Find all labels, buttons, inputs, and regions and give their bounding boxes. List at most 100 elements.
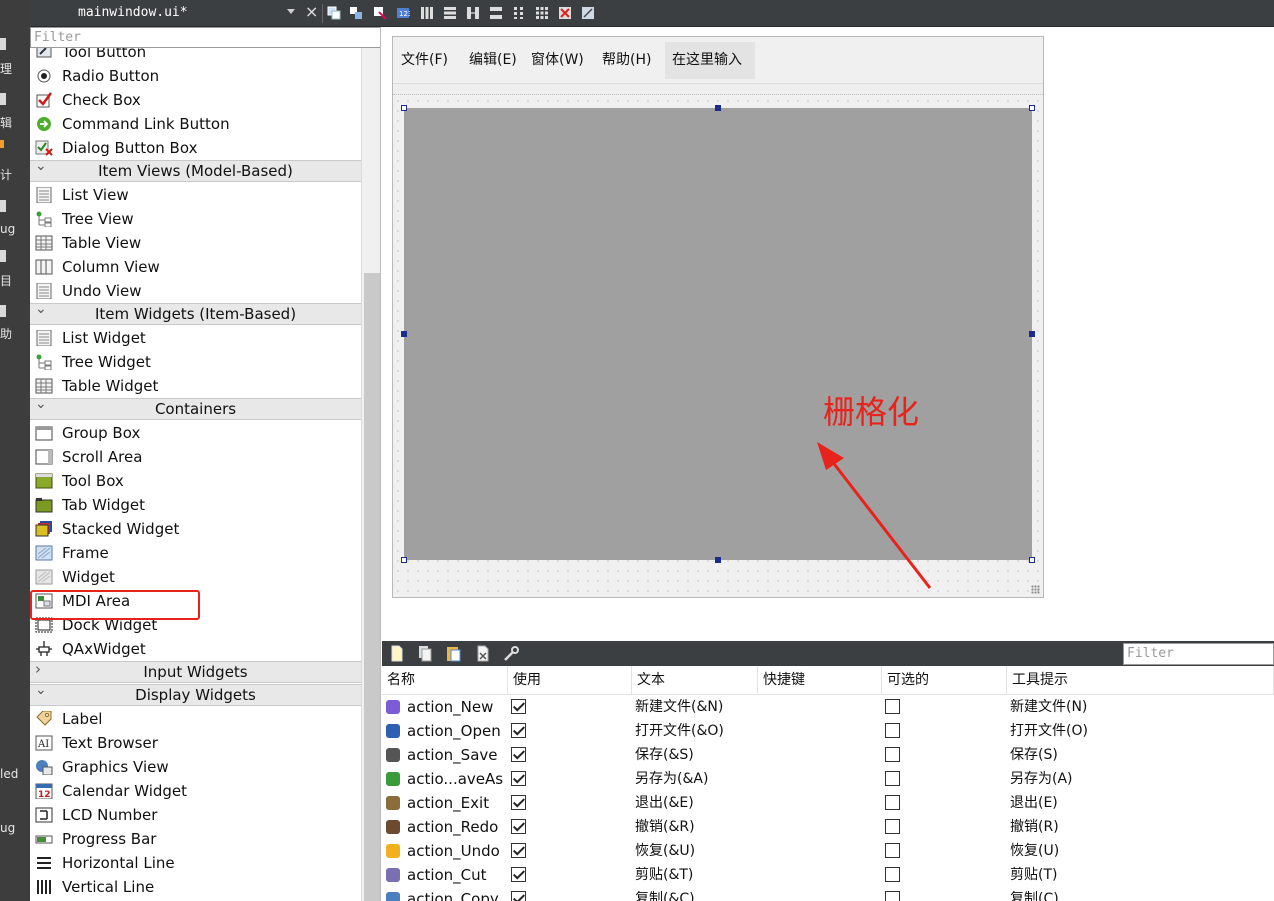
widget-item[interactable]: Tree View [30, 207, 361, 231]
edit-buddies-icon[interactable] [373, 6, 387, 20]
resize-handle[interactable] [1029, 105, 1035, 111]
document-title[interactable]: mainwindow.ui* [78, 5, 188, 20]
widget-item[interactable]: Undo View [30, 279, 361, 303]
widget-item[interactable]: Frame [30, 541, 361, 565]
resize-handle[interactable] [401, 557, 407, 563]
widget-item[interactable]: Table Widget [30, 374, 361, 398]
widget-category[interactable]: ⌄ Display Widgets [30, 683, 361, 706]
new-action-icon[interactable] [389, 645, 405, 662]
widget-item[interactable]: LCD Number [30, 803, 361, 827]
column-header-tooltip[interactable]: 工具提示 [1007, 666, 1274, 695]
layout-grid-icon[interactable] [535, 6, 549, 20]
widget-item[interactable]: Tab Widget [30, 493, 361, 517]
layout-vertical-icon[interactable] [443, 6, 457, 20]
action-used-checkbox[interactable] [511, 747, 526, 762]
mode-item[interactable]: 计 [0, 140, 30, 182]
action-row[interactable]: actio...aveAs 另存为(&A) 另存为(A) [382, 767, 1274, 791]
menu-window[interactable]: 窗体(W) [531, 50, 584, 70]
widget-item[interactable]: Graphics View [30, 755, 361, 779]
column-header-used[interactable]: 使用 [508, 666, 632, 695]
widget-item[interactable]: Dock Widget [30, 613, 361, 637]
mode-item[interactable]: 理 [0, 38, 30, 76]
delete-action-icon[interactable] [475, 645, 491, 662]
action-row[interactable]: action_Undo 恢复(&U) 恢复(U) [382, 839, 1274, 863]
menu-file[interactable]: 文件(F) [401, 50, 448, 70]
copy-action-icon[interactable] [417, 645, 433, 662]
widget-item[interactable]: Tool Button [30, 48, 361, 64]
action-row[interactable]: action_Copy 复制(&C) 复制(C) [382, 887, 1274, 901]
widget-item[interactable]: Tool Box [30, 469, 361, 493]
action-checkable-checkbox[interactable] [885, 867, 900, 882]
action-checkable-checkbox[interactable] [885, 723, 900, 738]
widget-item[interactable]: List View [30, 183, 361, 207]
action-checkable-checkbox[interactable] [885, 771, 900, 786]
action-row[interactable]: action_Save 保存(&S) 保存(S) [382, 743, 1274, 767]
widget-item[interactable]: AI Text Browser [30, 731, 361, 755]
column-header-text[interactable]: 文本 [632, 666, 758, 695]
size-grip-icon[interactable] [1031, 585, 1040, 594]
widget-item[interactable]: Scroll Area [30, 445, 361, 469]
action-row[interactable]: action_Exit 退出(&E) 退出(E) [382, 791, 1274, 815]
action-row[interactable]: action_Open 打开文件(&O) 打开文件(O) [382, 719, 1274, 743]
resize-handle[interactable] [715, 105, 721, 111]
widget-item[interactable]: Command Link Button [30, 112, 361, 136]
action-checkable-checkbox[interactable] [885, 843, 900, 858]
resize-handle[interactable] [1029, 331, 1035, 337]
scrollbar-thumb[interactable] [364, 273, 380, 901]
mode-item[interactable]: ug [0, 200, 30, 236]
action-checkable-checkbox[interactable] [885, 747, 900, 762]
edit-tab-order-icon[interactable]: 123 [396, 6, 410, 20]
edit-signals-slots-icon[interactable] [349, 6, 363, 20]
action-used-checkbox[interactable] [511, 891, 526, 901]
action-checkable-checkbox[interactable] [885, 699, 900, 714]
mode-item[interactable]: 助 [0, 305, 30, 341]
action-checkable-checkbox[interactable] [885, 819, 900, 834]
widget-item[interactable]: List Widget [30, 326, 361, 350]
document-dropdown-icon[interactable] [287, 9, 295, 14]
widget-category[interactable]: ⌄ Containers [30, 397, 361, 420]
action-used-checkbox[interactable] [511, 699, 526, 714]
widget-item[interactable]: Dialog Button Box [30, 136, 361, 160]
adjust-size-icon[interactable] [581, 6, 595, 20]
action-filter-input[interactable]: Filter [1123, 643, 1274, 665]
column-header-name[interactable]: 名称 [382, 666, 508, 695]
paste-action-icon[interactable] [445, 645, 461, 662]
resize-handle[interactable] [401, 105, 407, 111]
close-document-icon[interactable]: × [305, 3, 318, 21]
action-checkable-checkbox[interactable] [885, 891, 900, 901]
widget-item[interactable]: Widget [30, 565, 361, 589]
configure-icon[interactable] [503, 645, 519, 662]
widget-item[interactable]: Group Box [30, 421, 361, 445]
column-header-shortcut[interactable]: 快捷键 [758, 666, 882, 695]
action-row[interactable]: action_Redo 撤销(&R) 撤销(R) [382, 815, 1274, 839]
layout-splitter-vertical-icon[interactable] [489, 6, 503, 20]
widget-category[interactable]: ⌄ Item Views (Model-Based) [30, 159, 361, 182]
action-used-checkbox[interactable] [511, 867, 526, 882]
layout-splitter-horizontal-icon[interactable] [466, 6, 480, 20]
mode-item[interactable]: 辑 [0, 93, 30, 130]
column-header-checkable[interactable]: 可选的 [882, 666, 1007, 695]
edit-widgets-icon[interactable] [327, 6, 341, 20]
widget-item[interactable]: 12 Calendar Widget [30, 779, 361, 803]
action-used-checkbox[interactable] [511, 723, 526, 738]
action-used-checkbox[interactable] [511, 771, 526, 786]
resize-handle[interactable] [715, 557, 721, 563]
menu-help[interactable]: 帮助(H) [602, 50, 651, 70]
layout-form-icon[interactable] [512, 6, 526, 20]
break-layout-icon[interactable] [558, 6, 572, 20]
widget-item[interactable]: Horizontal Line [30, 851, 361, 875]
resize-handle[interactable] [1029, 557, 1035, 563]
widget-item[interactable]: Label [30, 707, 361, 731]
action-row[interactable]: action_Cut 剪贴(&T) 剪贴(T) [382, 863, 1274, 887]
menu-edit[interactable]: 编辑(E) [469, 50, 517, 70]
form-window[interactable]: 文件(F) 编辑(E) 窗体(W) 帮助(H) 在这里输入 [392, 36, 1044, 598]
widget-item[interactable]: Tree Widget [30, 350, 361, 374]
action-checkable-checkbox[interactable] [885, 795, 900, 810]
widget-item[interactable]: Table View [30, 231, 361, 255]
layout-horizontal-icon[interactable] [420, 6, 434, 20]
widget-item[interactable]: Vertical Line [30, 875, 361, 899]
widget-category[interactable]: ⌄ Item Widgets (Item-Based) [30, 302, 361, 325]
widget-item[interactable]: Progress Bar [30, 827, 361, 851]
widget-item[interactable]: Check Box [30, 88, 361, 112]
action-used-checkbox[interactable] [511, 819, 526, 834]
